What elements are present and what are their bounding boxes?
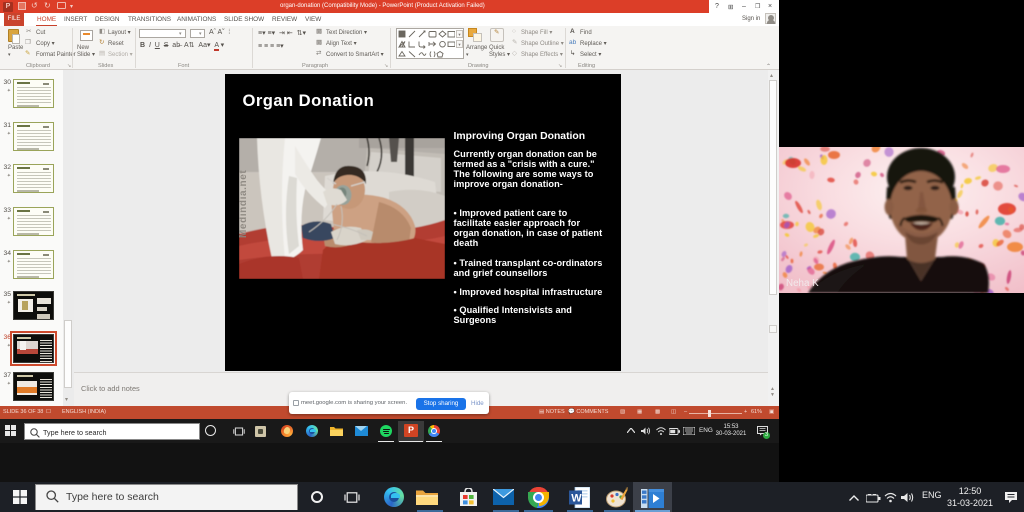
svg-text:Medindia.net: Medindia.net bbox=[239, 169, 249, 237]
svg-text:Neha K: Neha K bbox=[786, 278, 819, 289]
svg-text:W: W bbox=[571, 493, 582, 505]
